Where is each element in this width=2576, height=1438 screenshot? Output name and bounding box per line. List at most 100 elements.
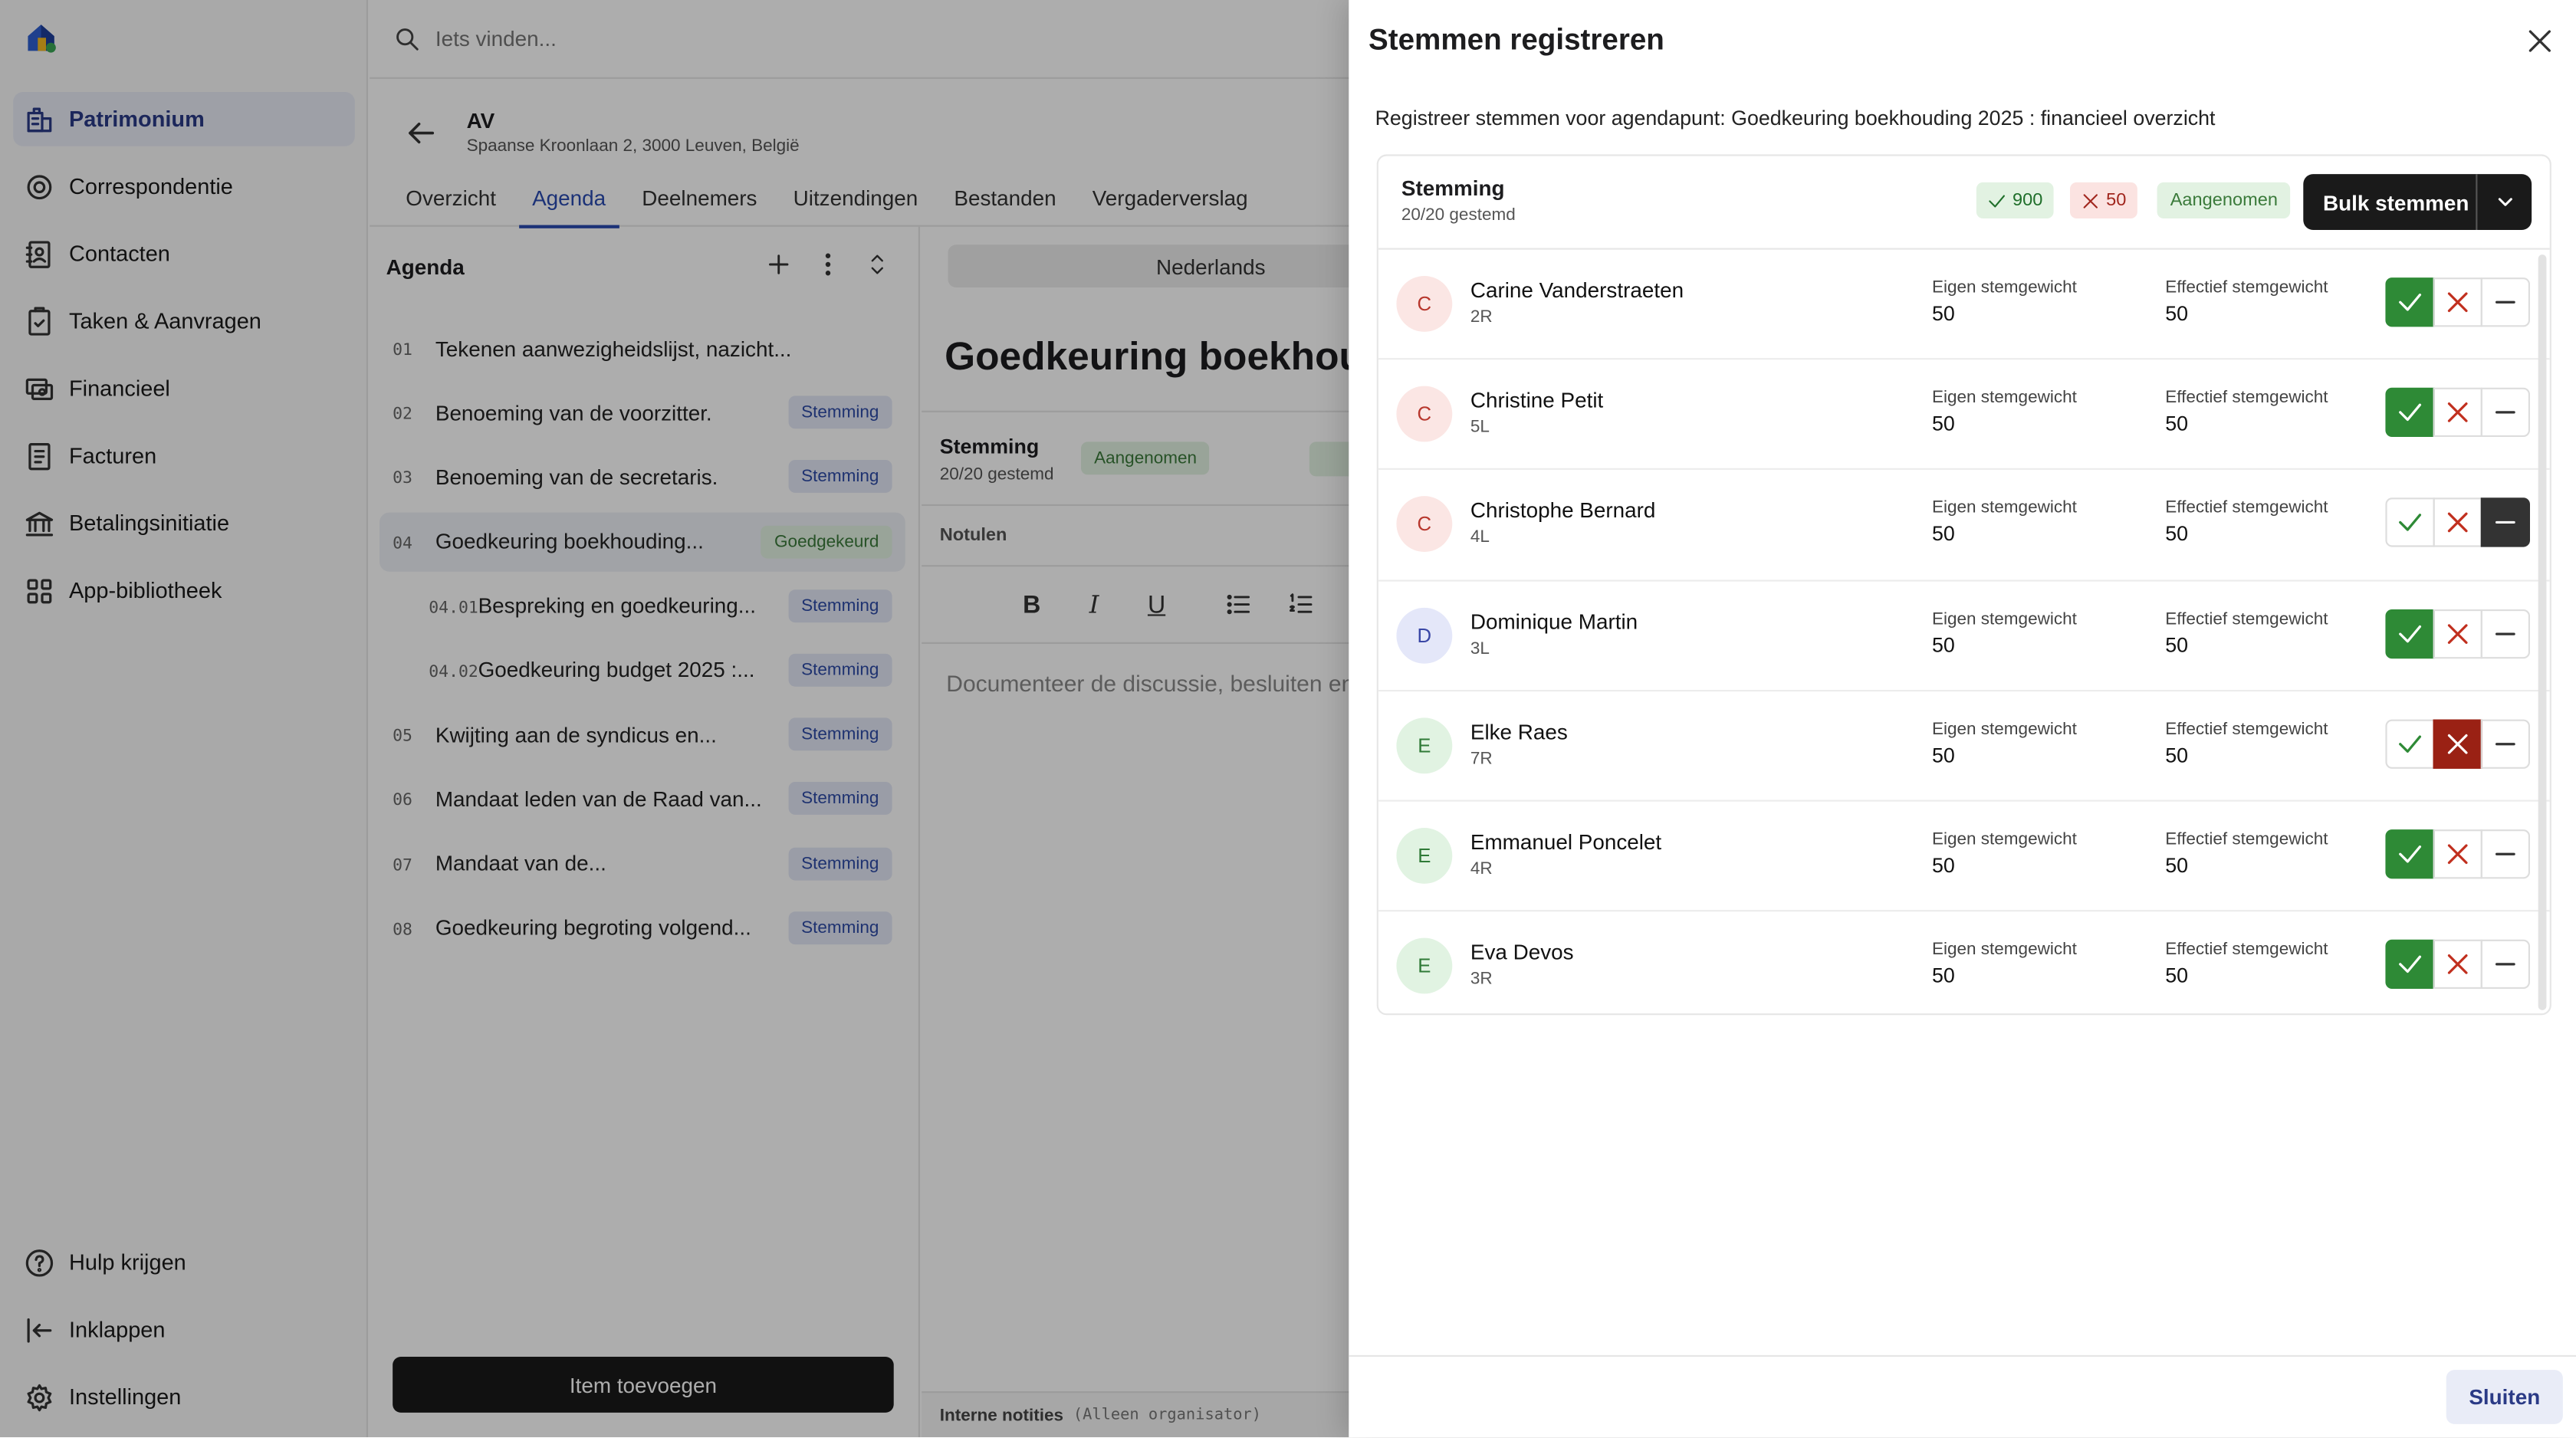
vote-abstain-button[interactable] bbox=[2480, 719, 2530, 769]
effective-weight-value: 50 bbox=[2165, 523, 2189, 547]
cross-icon bbox=[2447, 292, 2468, 313]
status-badge: Aangenomen bbox=[2157, 182, 2292, 218]
close-button[interactable]: Sluiten bbox=[2446, 1370, 2563, 1424]
vote-abstain-button[interactable] bbox=[2480, 498, 2530, 548]
vote-no-button[interactable] bbox=[2433, 939, 2482, 990]
voter-row: E Eva Devos 3R Eigen stemgewicht 50 Effectief… bbox=[1378, 912, 2550, 1014]
own-weight-value: 50 bbox=[1932, 412, 1955, 436]
scrollbar[interactable] bbox=[2538, 254, 2547, 1010]
close-icon[interactable] bbox=[2523, 25, 2556, 57]
vote-yes-button[interactable] bbox=[2385, 609, 2435, 658]
yes-total: 900 bbox=[2013, 190, 2043, 211]
vote-no-button[interactable] bbox=[2433, 829, 2482, 879]
minus-icon bbox=[2495, 742, 2515, 745]
voter-unit: 4L bbox=[1470, 527, 1490, 548]
vote-abstain-button[interactable] bbox=[2480, 829, 2530, 879]
effective-weight-label: Effectief stemgewicht bbox=[2165, 609, 2328, 629]
voter-row: C Christine Petit 5L Eigen stemgewicht 50 Eff… bbox=[1378, 360, 2550, 471]
vote-abstain-button[interactable] bbox=[2480, 609, 2530, 658]
cross-icon bbox=[2083, 193, 2098, 208]
no-total-badge: 50 bbox=[2070, 182, 2138, 218]
own-weight-label: Eigen stemgewicht bbox=[1932, 609, 2077, 629]
avatar: E bbox=[1396, 827, 1453, 884]
voter-unit: 7R bbox=[1470, 748, 1493, 769]
vote-toggle-group bbox=[2385, 498, 2530, 548]
minus-icon bbox=[2495, 852, 2515, 855]
own-weight-label: Eigen stemgewicht bbox=[1932, 498, 2077, 518]
vote-toggle-group bbox=[2385, 609, 2530, 658]
vote-no-button[interactable] bbox=[2433, 277, 2482, 327]
effective-weight-value: 50 bbox=[2165, 854, 2189, 878]
vote-abstain-button[interactable] bbox=[2480, 388, 2530, 438]
own-weight-label: Eigen stemgewicht bbox=[1932, 939, 2077, 960]
own-weight-value: 50 bbox=[1932, 523, 1955, 547]
vote-yes-button[interactable] bbox=[2385, 277, 2435, 327]
vote-abstain-button[interactable] bbox=[2480, 939, 2530, 990]
cross-icon bbox=[2447, 623, 2468, 644]
effective-weight-label: Effectief stemgewicht bbox=[2165, 829, 2328, 849]
own-weight-value: 50 bbox=[1932, 964, 1955, 988]
avatar: E bbox=[1396, 937, 1453, 994]
avatar: C bbox=[1396, 386, 1453, 442]
bulk-vote-dropdown[interactable] bbox=[2476, 174, 2532, 230]
effective-weight-label: Effectief stemgewicht bbox=[2165, 388, 2328, 408]
minus-icon bbox=[2495, 411, 2515, 414]
voter-unit: 3R bbox=[1470, 969, 1493, 990]
voter-row: D Dominique Martin 3L Eigen stemgewicht 50 Ef… bbox=[1378, 581, 2550, 691]
voter-unit: 3L bbox=[1470, 638, 1490, 658]
vote-toggle-group bbox=[2385, 829, 2530, 879]
bulk-vote-label: Bulk stemmen bbox=[2323, 189, 2469, 215]
voter-name: Dominique Martin bbox=[1470, 609, 1638, 634]
avatar: E bbox=[1396, 717, 1453, 773]
vote-no-button[interactable] bbox=[2433, 388, 2482, 438]
vote-yes-button[interactable] bbox=[2385, 719, 2435, 769]
vote-toggle-group bbox=[2385, 939, 2530, 990]
check-icon bbox=[2399, 955, 2422, 973]
panel-description: Registreer stemmen voor agendapunt: Goed… bbox=[1375, 107, 2216, 130]
minus-icon bbox=[2495, 632, 2515, 635]
own-weight-value: 50 bbox=[1932, 633, 1955, 657]
summary-count: 20/20 gestemd bbox=[1401, 205, 1516, 225]
voter-row: E Emmanuel Poncelet 4R Eigen stemgewicht 50 E… bbox=[1378, 802, 2550, 912]
own-weight-label: Eigen stemgewicht bbox=[1932, 388, 2077, 408]
cross-icon bbox=[2447, 513, 2468, 534]
check-icon bbox=[2399, 624, 2422, 642]
cross-icon bbox=[2447, 402, 2468, 423]
vote-toggle-group bbox=[2385, 277, 2530, 327]
vote-yes-button[interactable] bbox=[2385, 939, 2435, 990]
vote-summary: Stemming 20/20 gestemd 900 50 Aangenomen… bbox=[1378, 156, 2550, 250]
check-icon bbox=[1989, 194, 2005, 207]
avatar: C bbox=[1396, 276, 1453, 332]
own-weight-value: 50 bbox=[1932, 744, 1955, 767]
vote-no-button[interactable] bbox=[2433, 498, 2482, 548]
chevron-down-icon bbox=[2497, 198, 2512, 206]
effective-weight-value: 50 bbox=[2165, 302, 2189, 326]
own-weight-label: Eigen stemgewicht bbox=[1932, 277, 2077, 297]
vote-no-button[interactable] bbox=[2433, 609, 2482, 658]
vote-abstain-button[interactable] bbox=[2480, 277, 2530, 327]
voter-row: C Christophe Bernard 4L Eigen stemgewicht 50… bbox=[1378, 471, 2550, 581]
voter-name: Christine Petit bbox=[1470, 388, 1604, 413]
check-icon bbox=[2399, 845, 2422, 863]
vote-yes-button[interactable] bbox=[2385, 388, 2435, 438]
vote-yes-button[interactable] bbox=[2385, 498, 2435, 548]
own-weight-value: 50 bbox=[1932, 854, 1955, 878]
vote-yes-button[interactable] bbox=[2385, 829, 2435, 879]
vote-toggle-group bbox=[2385, 719, 2530, 769]
voter-row: E Elke Raes 7R Eigen stemgewicht 50 Effectief… bbox=[1378, 691, 2550, 802]
effective-weight-label: Effectief stemgewicht bbox=[2165, 719, 2328, 739]
vote-box: Stemming 20/20 gestemd 900 50 Aangenomen… bbox=[1376, 154, 2551, 1016]
check-icon bbox=[2399, 294, 2422, 311]
voter-unit: 4R bbox=[1470, 859, 1493, 879]
voter-unit: 2R bbox=[1470, 307, 1493, 327]
panel-title: Stemmen registreren bbox=[1368, 23, 1664, 56]
check-icon bbox=[2399, 404, 2422, 422]
bulk-vote-button[interactable]: Bulk stemmen bbox=[2303, 174, 2532, 230]
cross-icon bbox=[2447, 734, 2468, 754]
voter-name: Emmanuel Poncelet bbox=[1470, 829, 1662, 855]
effective-weight-value: 50 bbox=[2165, 964, 2189, 988]
effective-weight-label: Effectief stemgewicht bbox=[2165, 277, 2328, 297]
effective-weight-label: Effectief stemgewicht bbox=[2165, 498, 2328, 518]
no-total: 50 bbox=[2106, 190, 2127, 211]
vote-no-button[interactable] bbox=[2433, 719, 2482, 769]
